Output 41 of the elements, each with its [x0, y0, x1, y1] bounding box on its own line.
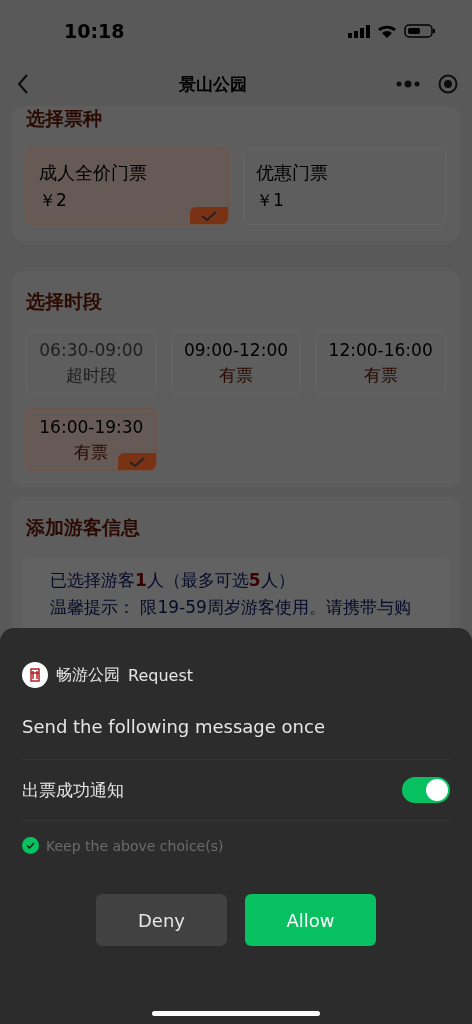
slot-status: 有票: [219, 364, 253, 387]
slot-time: 12:00-16:00: [328, 340, 433, 360]
slot-status: 有票: [363, 364, 398, 387]
checkbox[interactable]: [22, 837, 39, 854]
wifi-icon: [378, 24, 396, 38]
ticket-name: 优惠门票: [256, 161, 328, 185]
visitor-hint: 温馨提示： 限19-59周岁游客使用。请携带与购: [50, 596, 412, 619]
page-title: 景山公园: [179, 72, 247, 96]
time-slot[interactable]: 16:00-19:30 有票: [26, 408, 157, 471]
ticket-name: 成人全价门票: [39, 161, 147, 185]
ticket-option[interactable]: 优惠门票 ￥1: [243, 148, 446, 225]
check-icon: [127, 455, 146, 468]
check-icon: [200, 209, 218, 222]
slot-status: 有票: [74, 441, 109, 464]
app-name: 畅游公园: [56, 664, 120, 686]
deny-button[interactable]: Deny: [96, 894, 227, 946]
allow-button[interactable]: Allow: [245, 894, 376, 946]
section-title: 选择时段: [26, 289, 103, 314]
slot-status: 超时段: [65, 364, 117, 387]
status-time: 10:18: [64, 20, 125, 42]
visitor-count: 已选择游客1人（最多可选5人）: [50, 569, 296, 592]
toggle-switch[interactable]: [402, 777, 450, 803]
request-message: Send the following message once: [22, 716, 450, 760]
keep-choice-label: Keep the above choice(s): [46, 837, 224, 854]
ticket-option[interactable]: 成人全价门票 ￥2: [26, 148, 229, 225]
option-label: 出票成功通知: [22, 778, 124, 802]
battery-icon: [404, 24, 436, 38]
slot-time: 06:30-09:00: [39, 340, 144, 360]
more-icon[interactable]: [396, 80, 420, 88]
back-icon[interactable]: [16, 73, 30, 95]
section-title: 添加游客信息: [26, 515, 141, 540]
ticket-price: ￥1: [256, 189, 284, 212]
request-label: Request: [128, 665, 193, 685]
slot-time: 16:00-19:30: [39, 417, 144, 437]
ticket-price: ￥2: [39, 189, 67, 212]
time-slot[interactable]: 12:00-16:00 有票: [315, 331, 446, 394]
signal-icon: [348, 24, 370, 38]
section-title: 选择票种: [26, 106, 103, 131]
time-slot[interactable]: 09:00-12:00 有票: [170, 331, 302, 394]
slot-time: 09:00-12:00: [183, 340, 289, 360]
app-logo: [22, 662, 48, 688]
